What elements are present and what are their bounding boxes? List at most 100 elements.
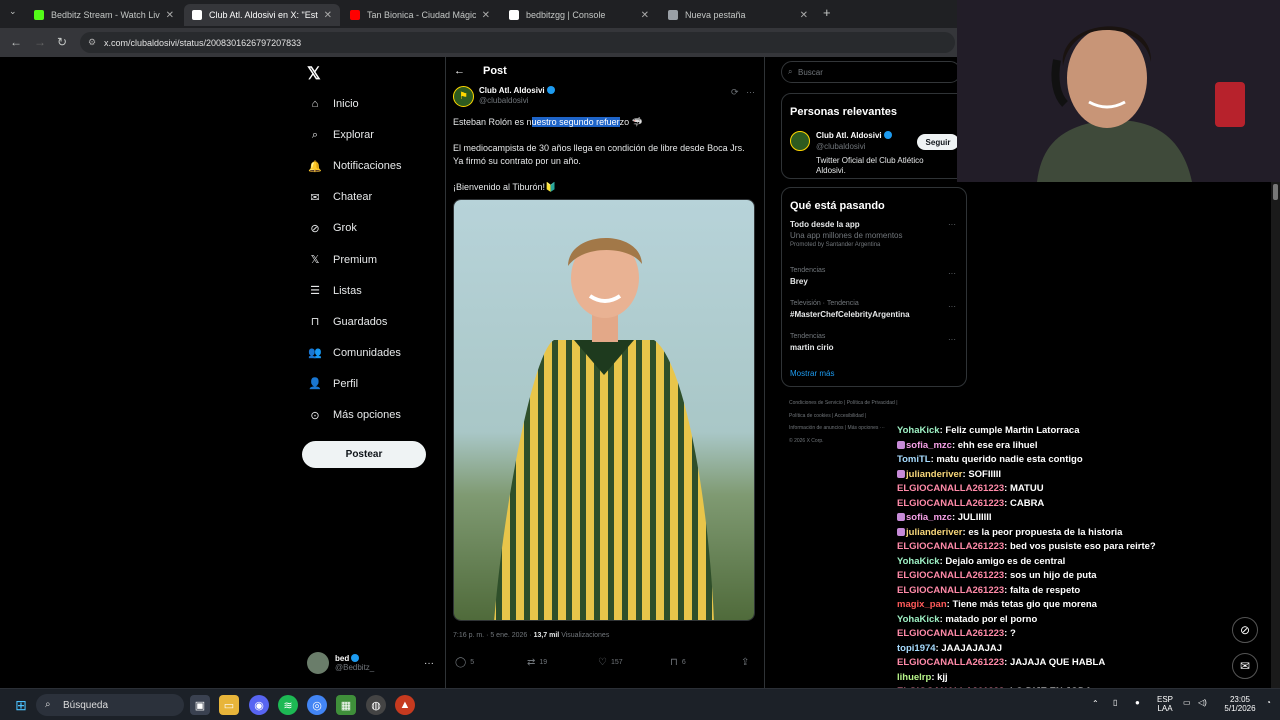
obs-icon[interactable]: ◍ <box>366 695 386 715</box>
chat-username[interactable]: ELGIOCANALLA261223 <box>897 585 1004 596</box>
windows-start-icon[interactable]: ⊞ <box>11 695 31 715</box>
chat-username[interactable]: ELGIOCANALLA261223 <box>897 657 1004 668</box>
grok-icon[interactable]: ⊘ <box>1232 617 1258 643</box>
like-button[interactable]: ♡ 157 <box>598 657 623 668</box>
account-name[interactable]: Club Atl. Aldosivi <box>816 131 882 140</box>
scrollbar[interactable] <box>1271 182 1280 688</box>
chat-username[interactable]: TomiTL <box>897 454 931 465</box>
tab-search-icon[interactable]: ⌄ <box>9 6 17 17</box>
language-indicator[interactable]: ESP LAA <box>1157 695 1173 713</box>
notification-icon[interactable]: ◔ <box>1266 698 1271 707</box>
browser-tab[interactable]: Nueva pestaña ✕ <box>660 4 816 26</box>
more-icon[interactable]: ··· <box>948 220 956 229</box>
bookmark-button[interactable]: ⊓ 6 <box>670 657 686 668</box>
close-icon[interactable]: ✕ <box>166 10 174 21</box>
trend-item[interactable]: Tendencias Brey <box>790 267 825 286</box>
spotify-icon[interactable]: ≋ <box>278 695 298 715</box>
chat-username[interactable]: sofia_mzc <box>906 512 952 523</box>
chat-username[interactable]: ELGIOCANALLA261223 <box>897 628 1004 639</box>
nav-item-chatear[interactable]: ✉ Chatear <box>307 189 372 205</box>
scroll-thumb[interactable] <box>1273 184 1278 200</box>
back-arrow-icon[interactable]: ← <box>454 65 465 77</box>
chat-username[interactable]: lihuelrp <box>897 672 931 683</box>
back-icon[interactable]: ← <box>10 35 22 49</box>
more-icon[interactable]: ··· <box>424 658 434 669</box>
more-icon[interactable]: ··· <box>948 302 956 311</box>
volume-icon[interactable]: ◁) <box>1198 698 1207 707</box>
follow-button[interactable]: Seguir <box>917 134 959 150</box>
footer-links[interactable]: Condiciones de Servicio | Política de Pr… <box>789 400 898 406</box>
chrome-icon[interactable]: ◎ <box>307 695 327 715</box>
battery-icon[interactable]: ▯ <box>1113 698 1117 707</box>
nav-item-guardados[interactable]: ⊓ Guardados <box>307 314 388 330</box>
chat-username[interactable]: magix_pan <box>897 599 947 610</box>
share-button[interactable]: ⇪ <box>741 657 753 668</box>
store-icon[interactable]: ▣ <box>190 695 210 715</box>
trend-item[interactable]: Tendencias martin cirio <box>790 333 834 352</box>
footer-links[interactable]: © 2026 X Corp. <box>789 438 824 444</box>
forward-icon[interactable]: → <box>34 35 46 49</box>
clock[interactable]: 23:05 5/1/2026 <box>1220 695 1260 713</box>
post-time[interactable]: 7:16 p. m. · 5 ene. 2026 · <box>453 632 534 639</box>
close-icon[interactable]: ✕ <box>324 10 332 21</box>
taskbar-search[interactable]: ⌕ Búsqueda <box>36 694 184 716</box>
more-icon[interactable]: ··· <box>948 335 956 344</box>
post-author[interactable]: ⚑ Club Atl. Aldosivi @clubaldosivi <box>453 86 555 107</box>
nav-item-comunidades[interactable]: 👥 Comunidades <box>307 345 401 361</box>
site-info-icon[interactable]: ⚙ <box>88 37 96 48</box>
discord-icon[interactable]: ◉ <box>249 695 269 715</box>
chat-username[interactable]: sofia_mzc <box>906 440 952 451</box>
x-logo-icon[interactable]: 𝕏 <box>307 64 321 84</box>
post-photo[interactable] <box>453 199 755 621</box>
nav-item-listas[interactable]: ☰ Listas <box>307 283 362 299</box>
chat-username[interactable]: topi1974 <box>897 643 936 654</box>
browser-tab[interactable]: Tan Bionica - Ciudad Mágica - Y ✕ <box>342 4 498 26</box>
nav-item-mas-opciones[interactable]: ⊙ Más opciones <box>307 407 400 423</box>
minecraft-icon[interactable]: ▦ <box>336 695 356 715</box>
tray-chevron-icon[interactable]: ⌃ <box>1092 699 1099 708</box>
nav-item-explorar[interactable]: ⌕ Explorar <box>307 127 374 143</box>
chat-username[interactable]: julianderiver <box>906 469 963 480</box>
more-icon[interactable]: ··· <box>948 269 956 278</box>
repost-button[interactable]: ⇄ 19 <box>527 657 547 668</box>
chat-username[interactable]: YohaKick <box>897 614 940 625</box>
account-avatar[interactable] <box>790 131 810 151</box>
close-icon[interactable]: ✕ <box>641 10 649 21</box>
promoted-trend[interactable]: Todo desde la app Una app millones de mo… <box>790 220 903 248</box>
chat-username[interactable]: YohaKick <box>897 556 940 567</box>
chat-username[interactable]: ELGIOCANALLA261223 <box>897 483 1004 494</box>
nav-item-grok[interactable]: ⊘ Grok <box>307 220 356 236</box>
new-tab-button[interactable]: + <box>823 5 831 20</box>
app-icon[interactable]: ▲ <box>395 695 415 715</box>
author-avatar[interactable]: ⚑ <box>453 86 474 107</box>
show-more-link[interactable]: Mostrar más <box>790 369 834 378</box>
more-icon[interactable]: ··· <box>746 87 755 97</box>
grok-icon[interactable]: ⟳ <box>731 87 739 97</box>
mic-icon[interactable]: ● <box>1135 698 1140 707</box>
nav-item-inicio[interactable]: ⌂ Inicio <box>307 96 359 112</box>
footer-links[interactable]: Política de cookies | Accesibilidad | <box>789 413 866 419</box>
browser-tab[interactable]: bedbitzgg | Console ✕ <box>501 4 657 26</box>
chat-username[interactable]: YohaKick <box>897 425 940 436</box>
chat-username[interactable]: ELGIOCANALLA261223 <box>897 541 1004 552</box>
author-handle[interactable]: @clubaldosivi <box>479 96 555 105</box>
nav-item-premium[interactable]: 𝕏 Premium <box>307 252 377 268</box>
chat-username[interactable]: ELGIOCANALLA261223 <box>897 498 1004 509</box>
trend-item[interactable]: Televisión · Tendencia #MasterChefCelebri… <box>790 300 910 319</box>
reply-button[interactable]: ◯ 5 <box>455 657 474 668</box>
folder-icon[interactable]: ▭ <box>219 695 239 715</box>
url-input[interactable]: ⚙ x.com/clubaldosivi/status/200830162679… <box>80 32 955 53</box>
nav-item-notificaciones[interactable]: 🔔 Notificaciones <box>307 158 401 174</box>
chat-username[interactable]: julianderiver <box>906 527 963 538</box>
mail-icon[interactable]: ✉ <box>1232 653 1258 679</box>
post-button[interactable]: Postear <box>302 441 426 468</box>
close-icon[interactable]: ✕ <box>482 10 490 21</box>
network-icon[interactable]: ▭ <box>1183 698 1191 707</box>
footer-links[interactable]: Información de anuncios | Más opciones ·… <box>789 425 885 431</box>
browser-tab[interactable]: Bedbitz Stream - Watch Live on ✕ <box>26 4 182 26</box>
search-input[interactable]: ⌕ Buscar <box>781 61 961 83</box>
reload-icon[interactable]: ↻ <box>57 35 67 49</box>
browser-tab[interactable]: Club Atl. Aldosivi en X: "Esteban ✕ <box>184 4 340 26</box>
close-icon[interactable]: ✕ <box>800 10 808 21</box>
account-switcher[interactable]: bed @Bedbitz_ <box>307 652 374 674</box>
